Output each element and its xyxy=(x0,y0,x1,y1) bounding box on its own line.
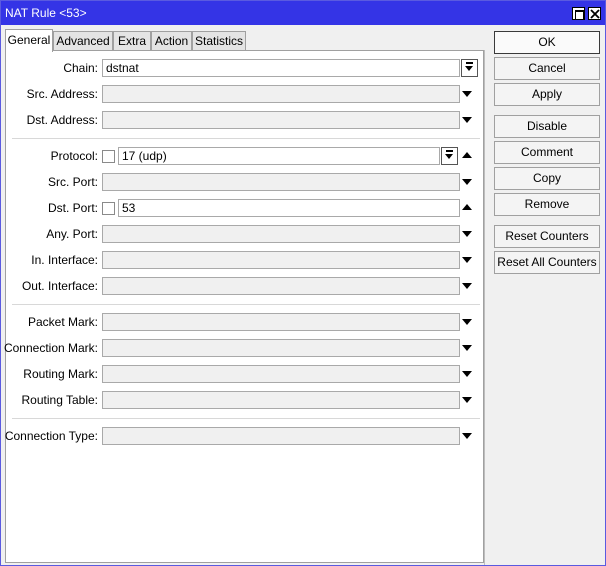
apply-button[interactable]: Apply xyxy=(494,83,600,106)
in-interface-expand-icon[interactable] xyxy=(462,257,472,263)
protocol-negate-checkbox[interactable] xyxy=(102,150,115,163)
dst-address-expand-icon[interactable] xyxy=(462,117,472,123)
close-icon[interactable] xyxy=(588,7,601,20)
any-port-row: Any. Port: xyxy=(6,224,485,244)
dst-port-collapse-icon[interactable] xyxy=(462,204,472,210)
out-interface-expand-icon[interactable] xyxy=(462,283,472,289)
dst-port-input[interactable]: 53 xyxy=(118,199,460,217)
routing-table-row: Routing Table: xyxy=(6,390,485,410)
dst-address-label: Dst. Address: xyxy=(26,113,98,127)
in-interface-label: In. Interface: xyxy=(31,253,98,267)
src-port-row: Src. Port: xyxy=(6,172,485,192)
routing-mark-expand-icon[interactable] xyxy=(462,371,472,377)
src-port-expand-icon[interactable] xyxy=(462,179,472,185)
dst-address-input[interactable] xyxy=(102,111,460,129)
protocol-collapse-icon[interactable] xyxy=(462,152,472,158)
tab-general[interactable]: General xyxy=(5,29,53,52)
chain-input[interactable]: dstnat xyxy=(102,59,460,77)
nat-rule-window: NAT Rule <53> General Advanced Extra Act… xyxy=(0,0,606,566)
routing-table-label: Routing Table: xyxy=(21,393,99,407)
connection-mark-expand-icon[interactable] xyxy=(462,345,472,351)
any-port-label: Any. Port: xyxy=(46,227,98,241)
routing-mark-input[interactable] xyxy=(102,365,460,383)
any-port-expand-icon[interactable] xyxy=(462,231,472,237)
connection-type-expand-icon[interactable] xyxy=(462,433,472,439)
routing-mark-label: Routing Mark: xyxy=(23,367,98,381)
protocol-input[interactable]: 17 (udp) xyxy=(118,147,440,165)
connection-type-label: Connection Type: xyxy=(4,429,98,443)
src-port-input[interactable] xyxy=(102,173,460,191)
separator xyxy=(12,418,480,419)
routing-mark-row: Routing Mark: xyxy=(6,364,485,384)
dst-port-label: Dst. Port: xyxy=(47,201,98,215)
connection-type-input[interactable] xyxy=(102,427,460,445)
ok-button[interactable]: OK xyxy=(494,31,600,54)
reset-counters-button[interactable]: Reset Counters xyxy=(494,225,600,248)
pane-divider xyxy=(484,50,485,565)
tab-advanced[interactable]: Advanced xyxy=(53,31,113,51)
src-address-row: Src. Address: xyxy=(6,84,485,104)
title-bar[interactable]: NAT Rule <53> xyxy=(1,1,605,25)
src-address-input[interactable] xyxy=(102,85,460,103)
copy-button[interactable]: Copy xyxy=(494,167,600,190)
connection-mark-row: Connection Mark: xyxy=(3,338,485,358)
connection-mark-input[interactable] xyxy=(102,339,460,357)
in-interface-input[interactable] xyxy=(102,251,460,269)
tab-action[interactable]: Action xyxy=(151,31,192,51)
chain-row: Chain: dstnat xyxy=(6,58,485,78)
dst-port-row: Dst. Port: 53 xyxy=(6,198,485,218)
packet-mark-row: Packet Mark: xyxy=(6,312,485,332)
out-interface-input[interactable] xyxy=(102,277,460,295)
packet-mark-expand-icon[interactable] xyxy=(462,319,472,325)
connection-mark-label: Connection Mark: xyxy=(3,341,98,355)
src-address-expand-icon[interactable] xyxy=(462,91,472,97)
remove-button[interactable]: Remove xyxy=(494,193,600,216)
window-title: NAT Rule <53> xyxy=(5,6,87,20)
cancel-button[interactable]: Cancel xyxy=(494,57,600,80)
routing-table-expand-icon[interactable] xyxy=(462,397,472,403)
reset-all-counters-button[interactable]: Reset All Counters xyxy=(494,251,600,274)
separator xyxy=(12,304,480,305)
comment-button[interactable]: Comment xyxy=(494,141,600,164)
in-interface-row: In. Interface: xyxy=(6,250,485,270)
packet-mark-label: Packet Mark: xyxy=(27,315,98,329)
src-port-label: Src. Port: xyxy=(47,175,98,189)
out-interface-row: Out. Interface: xyxy=(6,276,485,296)
protocol-label: Protocol: xyxy=(50,149,98,163)
protocol-dropdown-icon[interactable] xyxy=(441,147,458,165)
out-interface-label: Out. Interface: xyxy=(21,279,98,293)
dst-port-negate-checkbox[interactable] xyxy=(102,202,115,215)
maximize-icon[interactable] xyxy=(572,7,585,20)
separator xyxy=(12,138,480,139)
chain-dropdown-icon[interactable] xyxy=(461,59,478,77)
connection-type-row: Connection Type: xyxy=(4,426,485,446)
any-port-input[interactable] xyxy=(102,225,460,243)
chain-label: Chain: xyxy=(63,61,98,75)
disable-button[interactable]: Disable xyxy=(494,115,600,138)
general-panel: Chain: dstnat Src. Address: Dst. Address… xyxy=(3,50,485,563)
tab-statistics[interactable]: Statistics xyxy=(192,31,246,51)
routing-table-input[interactable] xyxy=(102,391,460,409)
packet-mark-input[interactable] xyxy=(102,313,460,331)
dst-address-row: Dst. Address: xyxy=(6,110,485,130)
tab-extra[interactable]: Extra xyxy=(113,31,151,51)
protocol-row: Protocol: 17 (udp) xyxy=(6,146,485,166)
src-address-label: Src. Address: xyxy=(26,87,98,101)
